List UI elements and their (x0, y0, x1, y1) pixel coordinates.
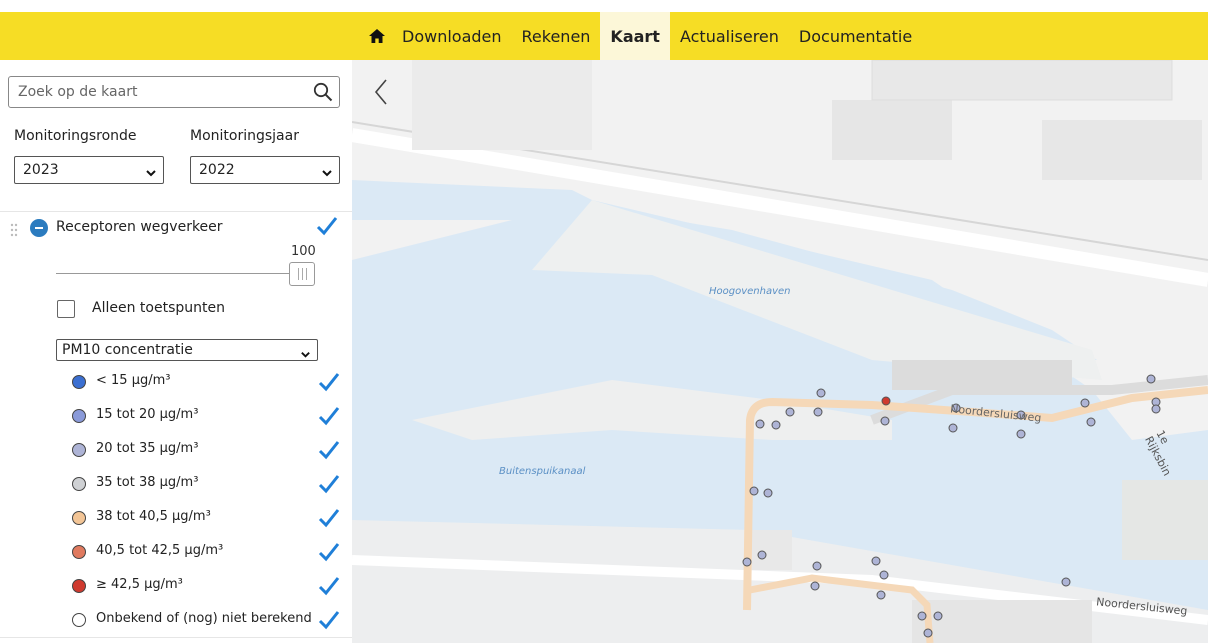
nav-rekenen[interactable]: Rekenen (512, 12, 601, 60)
collapse-layer-icon[interactable] (30, 219, 48, 237)
legend-label: 38 tot 40,5 µg/m³ (96, 509, 211, 524)
opacity-slider-handle[interactable] (289, 262, 315, 286)
legend-color-swatch (72, 409, 86, 423)
legend-color-swatch (72, 579, 86, 593)
legend-item[interactable]: < 15 µg/m³ (72, 372, 342, 394)
monitoringsronde-select[interactable]: 2023 (14, 156, 164, 184)
checkmark-icon[interactable] (318, 406, 340, 430)
monitoringsjaar-label: Monitoringsjaar (190, 128, 299, 144)
monitoringsjaar-select[interactable]: 2022 (190, 156, 340, 184)
opacity-slider-track[interactable] (56, 273, 296, 274)
divider (0, 211, 352, 212)
substance-select[interactable]: PM10 concentratie (56, 339, 318, 361)
legend-item[interactable]: 38 tot 40,5 µg/m³ (72, 508, 342, 530)
home-icon[interactable] (362, 12, 392, 60)
checkmark-icon[interactable] (318, 372, 340, 396)
nav-downloaden[interactable]: Downloaden (392, 12, 512, 60)
opacity-value: 100 (291, 244, 316, 259)
legend-item[interactable]: 35 tot 38 µg/m³ (72, 474, 342, 496)
chevron-down-icon (321, 164, 333, 183)
divider (0, 637, 352, 638)
legend-color-swatch (72, 613, 86, 627)
alleen-toetspunten-checkbox[interactable] (57, 300, 75, 318)
checkmark-icon[interactable] (318, 474, 340, 498)
checkmark-icon[interactable] (318, 610, 340, 634)
chevron-down-icon (145, 164, 157, 183)
monitoringsjaar-value: 2022 (199, 162, 235, 178)
legend-item[interactable]: 40,5 tot 42,5 µg/m³ (72, 542, 342, 564)
legend-label: 20 tot 35 µg/m³ (96, 441, 199, 456)
legend-color-swatch (72, 511, 86, 525)
legend-item[interactable]: ≥ 42,5 µg/m³ (72, 576, 342, 598)
legend-item[interactable]: Onbekend of (nog) niet berekend (72, 610, 342, 632)
nav-kaart[interactable]: Kaart (600, 12, 670, 60)
top-strip (0, 0, 1208, 12)
layer-name: Receptoren wegverkeer (56, 219, 223, 235)
monitoringsronde-value: 2023 (23, 162, 59, 178)
search-placeholder: Zoek op de kaart (18, 84, 138, 100)
legend-color-swatch (72, 443, 86, 457)
map-label-water: Hoogovenhaven (709, 286, 791, 297)
legend-label: 35 tot 38 µg/m³ (96, 475, 199, 490)
map-label-water: Buitenspuikanaal (499, 466, 586, 477)
search-input[interactable]: Zoek op de kaart (8, 76, 340, 108)
checkmark-icon[interactable] (318, 440, 340, 464)
checkmark-icon[interactable] (318, 542, 340, 566)
legend-item[interactable]: 15 tot 20 µg/m³ (72, 406, 342, 428)
legend-label: 15 tot 20 µg/m³ (96, 407, 199, 422)
map-canvas[interactable] (352, 60, 1208, 643)
monitoringsronde-label: Monitoringsronde (14, 128, 137, 144)
legend-color-swatch (72, 375, 86, 389)
drag-handle-icon[interactable] (10, 222, 18, 237)
layer-visible-checkmark-icon[interactable] (316, 216, 338, 240)
sidebar: Zoek op de kaart Monitoringsronde Monito… (0, 60, 352, 643)
nav-documentatie[interactable]: Documentatie (789, 12, 922, 60)
legend-item[interactable]: 20 tot 35 µg/m³ (72, 440, 342, 462)
alleen-toetspunten-label: Alleen toetspunten (92, 300, 225, 316)
checkmark-icon[interactable] (318, 576, 340, 600)
nav-actualiseren[interactable]: Actualiseren (670, 12, 789, 60)
chevron-down-icon (300, 345, 311, 364)
checkmark-icon[interactable] (318, 508, 340, 532)
legend-label: ≥ 42,5 µg/m³ (96, 577, 183, 592)
top-navigation: Downloaden Rekenen Kaart Actualiseren Do… (0, 12, 1208, 60)
substance-value: PM10 concentratie (62, 342, 193, 358)
search-icon[interactable] (313, 82, 333, 106)
legend-label: Onbekend of (nog) niet berekend (96, 611, 312, 626)
legend-label: 40,5 tot 42,5 µg/m³ (96, 543, 224, 558)
legend-color-swatch (72, 477, 86, 491)
legend-color-swatch (72, 545, 86, 559)
legend-label: < 15 µg/m³ (96, 373, 171, 388)
map[interactable]: Hoogovenhaven Buitenspuikanaal Noordersl… (352, 60, 1208, 643)
